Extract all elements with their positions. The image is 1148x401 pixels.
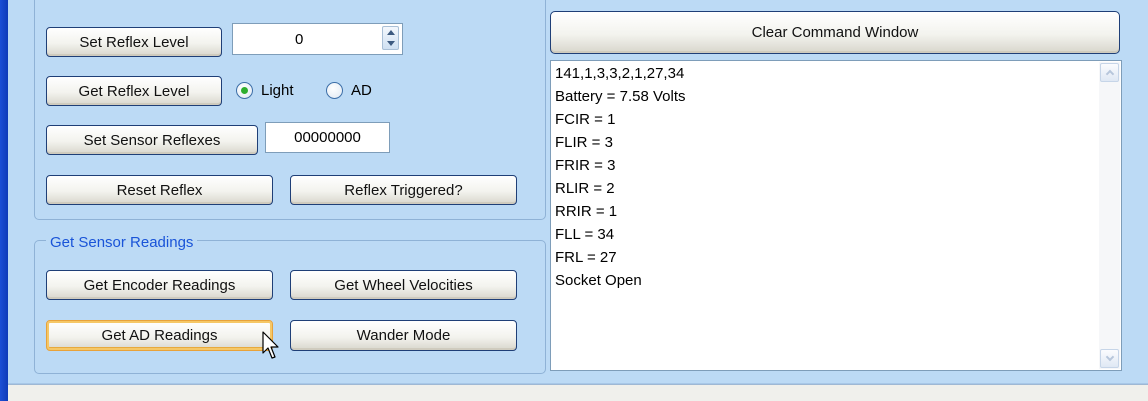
- clear-command-window-button[interactable]: Clear Command Window: [550, 11, 1120, 54]
- get-reflex-level-button[interactable]: Get Reflex Level: [46, 76, 222, 106]
- reflex-level-value: 0: [295, 30, 304, 48]
- sensor-reflexes-field[interactable]: 00000000: [265, 122, 390, 153]
- command-line: Battery = 7.58 Volts: [555, 88, 686, 105]
- scroll-up-icon: [1105, 69, 1114, 79]
- scroll-down-button[interactable]: [1100, 349, 1119, 368]
- command-line: FLIR = 3: [555, 134, 613, 151]
- get-ad-readings-button[interactable]: Get AD Readings: [46, 320, 273, 351]
- scroll-up-button[interactable]: [1100, 63, 1119, 82]
- window-frame-left: [0, 0, 8, 401]
- radio-selected-dot: [241, 87, 248, 94]
- command-window[interactable]: 141,1,3,3,2,1,27,34 Battery = 7.58 Volts…: [550, 60, 1122, 371]
- command-line: Socket Open: [555, 272, 642, 289]
- command-line: 141,1,3,3,2,1,27,34: [555, 65, 685, 82]
- spinner-down-icon[interactable]: [386, 41, 395, 46]
- window-status-strip: [8, 384, 1148, 401]
- set-reflex-level-button[interactable]: Set Reflex Level: [46, 27, 222, 57]
- radio-light[interactable]: Light: [236, 82, 294, 99]
- command-line: RRIR = 1: [555, 203, 618, 220]
- sensor-readings-groupbox: [34, 240, 546, 374]
- get-encoder-readings-button[interactable]: Get Encoder Readings: [46, 270, 273, 300]
- command-line: FRL = 27: [555, 249, 617, 266]
- set-sensor-reflexes-button[interactable]: Set Sensor Reflexes: [46, 125, 258, 155]
- command-window-scrollbar[interactable]: [1099, 62, 1120, 369]
- spinner-up-icon[interactable]: [386, 30, 395, 35]
- radio-light-circle[interactable]: [236, 82, 253, 99]
- command-line: FRIR = 3: [555, 157, 616, 174]
- reflex-triggered-button[interactable]: Reflex Triggered?: [290, 175, 517, 205]
- command-line: FCIR = 1: [555, 111, 616, 128]
- radio-ad[interactable]: AD: [326, 82, 372, 99]
- get-wheel-velocities-button[interactable]: Get Wheel Velocities: [290, 270, 517, 300]
- radio-light-label: Light: [261, 82, 294, 99]
- wander-mode-button[interactable]: Wander Mode: [290, 320, 517, 351]
- radio-ad-circle[interactable]: [326, 82, 343, 99]
- reflex-level-spinbox[interactable]: 0: [232, 23, 403, 55]
- control-panel: Get Sensor Readings Set Reflex Level 0 G…: [8, 0, 1148, 384]
- mouse-pointer-icon: [262, 331, 279, 359]
- sensor-readings-group-title: Get Sensor Readings: [46, 234, 198, 251]
- reset-reflex-button[interactable]: Reset Reflex: [46, 175, 273, 205]
- reflex-level-spinner[interactable]: [382, 26, 399, 50]
- command-line: FLL = 34: [555, 226, 615, 243]
- scroll-down-icon: [1105, 352, 1114, 362]
- radio-ad-label: AD: [351, 82, 372, 99]
- command-output: 141,1,3,3,2,1,27,34 Battery = 7.58 Volts…: [555, 62, 1095, 292]
- command-line: RLIR = 2: [555, 180, 615, 197]
